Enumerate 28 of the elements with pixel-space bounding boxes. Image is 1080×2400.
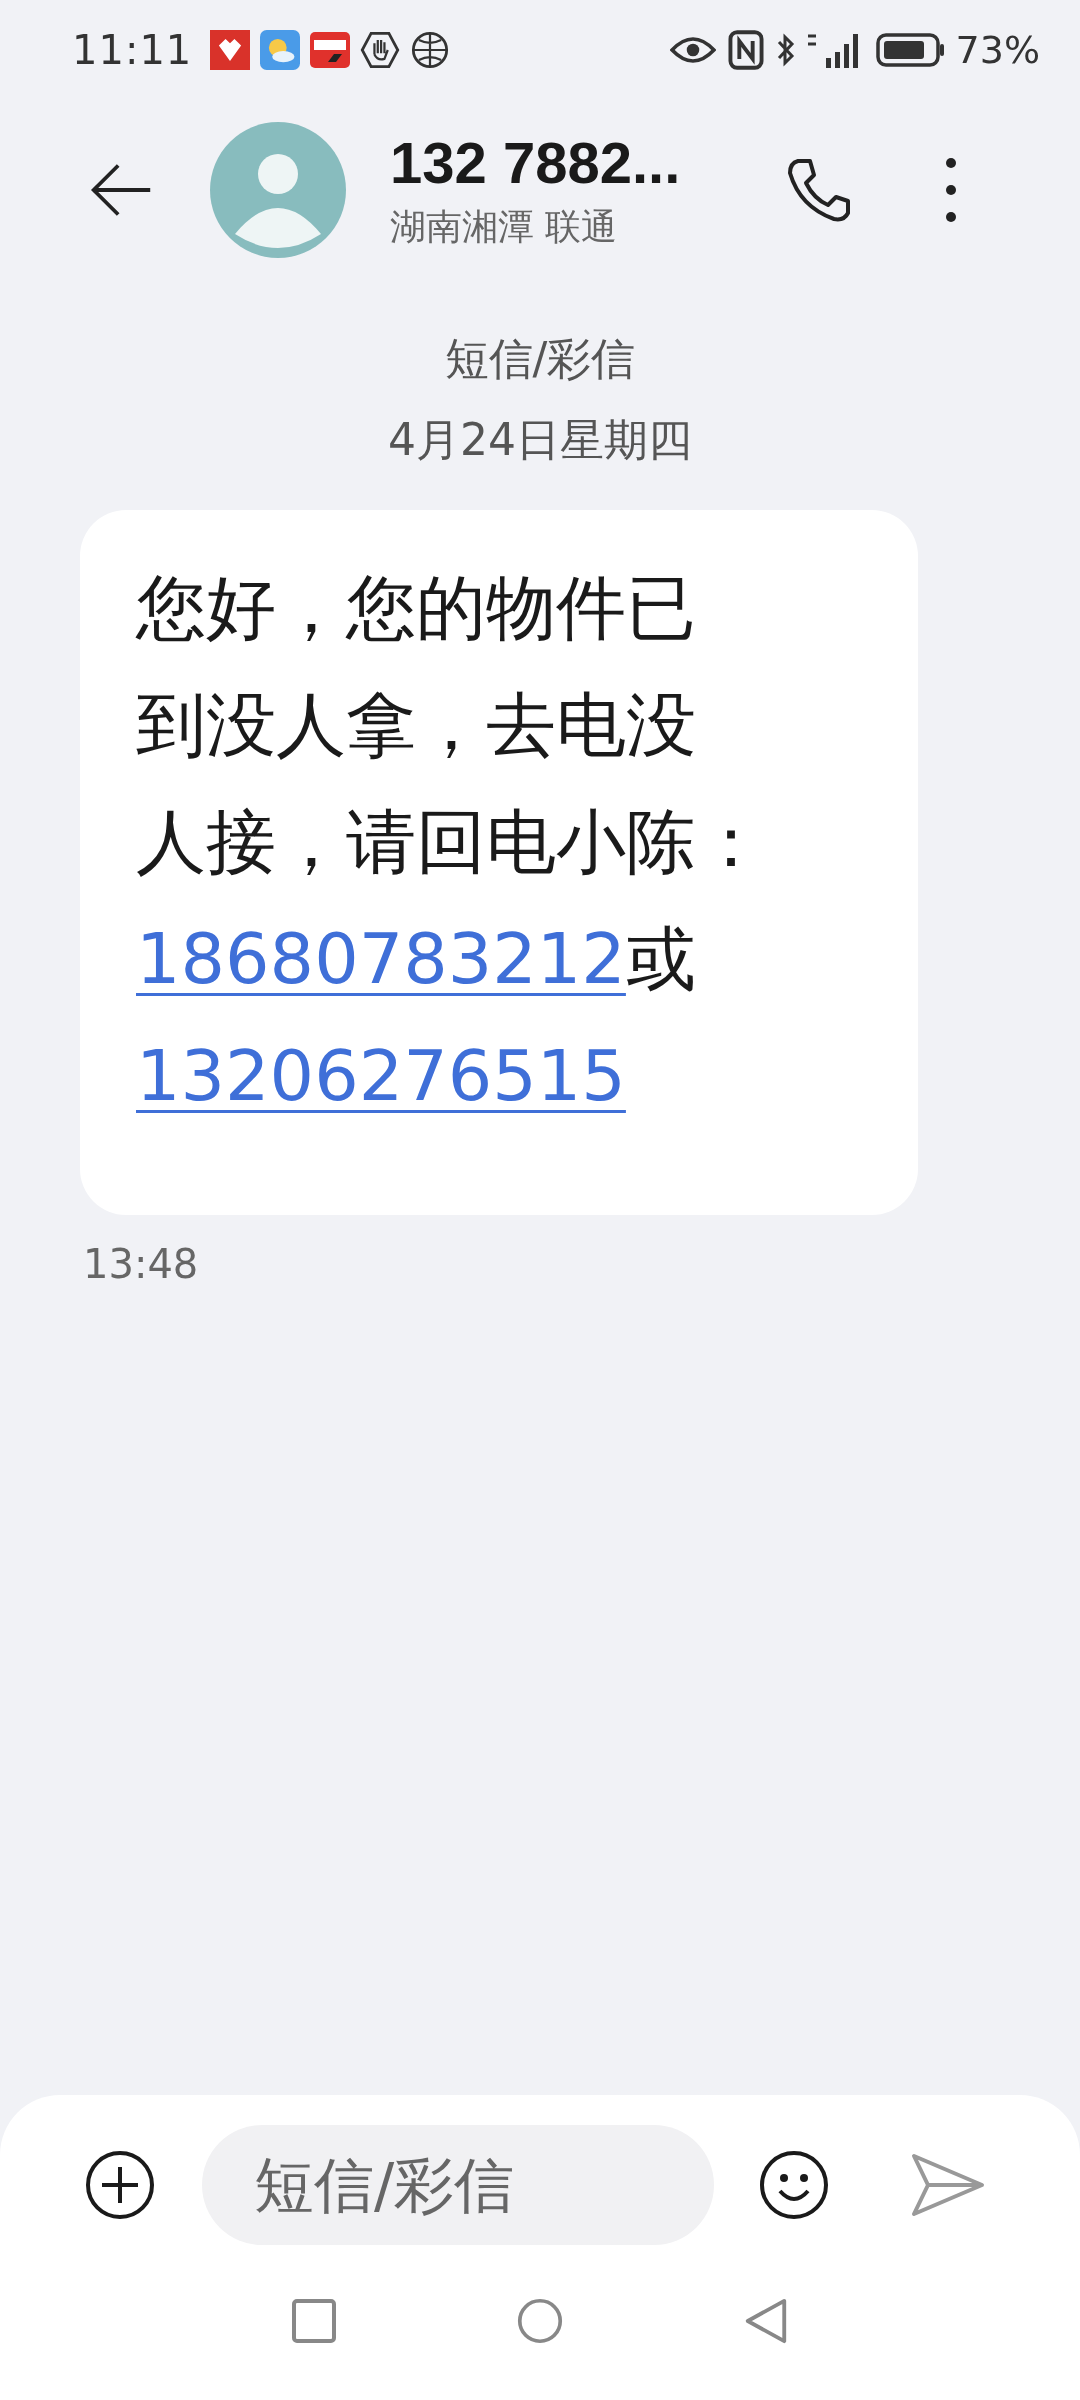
send-icon[interactable] [910,2152,986,2218]
add-icon[interactable] [84,2149,156,2221]
globe-icon [410,30,451,70]
phone-link[interactable]: 18680783212 [136,918,626,1000]
hand-icon [360,30,401,70]
emoji-icon[interactable] [758,2149,830,2221]
message-text: 人接，请回电小陈： [136,801,766,883]
conversation-type: 短信/彩信 [444,332,636,386]
back-icon[interactable] [743,2297,789,2345]
message-text: 您好，您的物件已 [136,567,696,649]
recents-icon[interactable] [291,2297,337,2345]
message-text: 或 [625,918,696,1000]
battery-percentage: 73% [955,28,1040,72]
message-text: 到没人拿，去电没 [136,684,696,766]
app-icon [210,30,251,70]
battery-icon [875,33,946,67]
more-options-icon[interactable] [944,155,958,225]
message-input-field[interactable]: 短信/彩信 [202,2125,714,2245]
date-label: 4月24日星期四 [388,413,692,467]
eye-icon [669,34,716,66]
status-time: 11:11 [72,27,193,73]
weather-icon [260,30,301,70]
home-icon[interactable] [517,2297,563,2345]
app-icon [310,30,351,70]
contact-location: 湖南湘潭 联通 [390,205,619,250]
phone-link[interactable]: 13206276515 [136,1035,626,1117]
contact-number: 132 7882... [390,128,681,197]
message-time: 13:48 [83,1241,199,1287]
